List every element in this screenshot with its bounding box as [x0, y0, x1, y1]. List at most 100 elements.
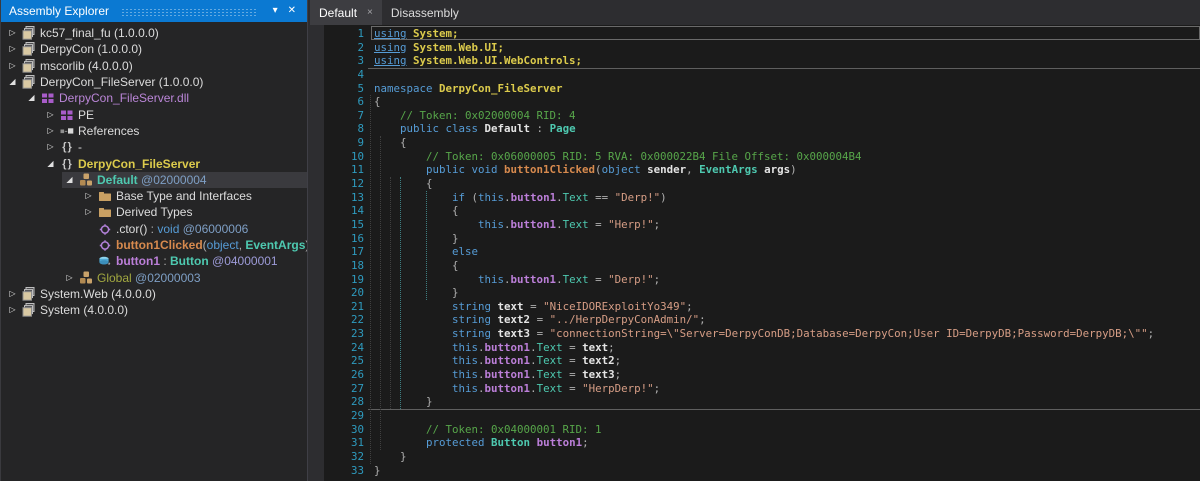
- line-number: 23: [324, 327, 364, 341]
- code-line[interactable]: 15 this.button1.Text = "Herp!";: [324, 218, 1200, 232]
- assembly-explorer-header[interactable]: Assembly Explorer ▾ ✕: [1, 0, 307, 22]
- assembly-icon: [20, 287, 37, 301]
- code-line[interactable]: 29: [324, 409, 1200, 423]
- code-line[interactable]: 8 public class Default : Page: [324, 122, 1200, 136]
- line-number: 16: [324, 232, 364, 246]
- tree-row[interactable]: ◢DerpyCon_FileServer (1.0.0.0): [1, 74, 307, 90]
- expander-open-icon[interactable]: ◢: [5, 74, 20, 90]
- code-line[interactable]: 20 }: [324, 286, 1200, 300]
- code-line[interactable]: 5namespace DerpyCon_FileServer: [324, 82, 1200, 96]
- tree-item-label: DerpyCon_FileServer: [78, 157, 200, 171]
- code-editor[interactable]: 1using System;2using System.Web.UI;3usin…: [324, 25, 1200, 481]
- line-number: 6: [324, 95, 364, 109]
- code-line[interactable]: 23 string text3 = "connectionString=\"Se…: [324, 327, 1200, 341]
- line-number: 29: [324, 409, 364, 423]
- expander-closed-icon[interactable]: ▷: [43, 123, 58, 139]
- expander-closed-icon[interactable]: ▷: [81, 204, 96, 220]
- assembly-icon: [20, 59, 37, 73]
- tree-row[interactable]: button1Clicked(object, EventArgs) : void: [1, 237, 307, 253]
- code-line[interactable]: 7 // Token: 0x02000004 RID: 4: [324, 109, 1200, 123]
- code-line[interactable]: 18 {: [324, 259, 1200, 273]
- tab-default[interactable]: Default ×: [310, 0, 382, 25]
- tree-item-label: DerpyCon_FileServer.dll: [59, 91, 189, 105]
- code-line[interactable]: 19 this.button1.Text = "Derp!";: [324, 273, 1200, 287]
- code-line[interactable]: 31 protected Button button1;: [324, 436, 1200, 450]
- code-line[interactable]: 33}: [324, 464, 1200, 478]
- module-icon: [58, 108, 75, 122]
- tree-row[interactable]: ▷{ }-: [1, 139, 307, 155]
- tree-row[interactable]: ▷Derived Types: [1, 204, 307, 220]
- code-line[interactable]: 17 else: [324, 245, 1200, 259]
- tree-row[interactable]: ▷ mscorlib (4.0.0.0): [1, 58, 307, 74]
- tab-disassembly[interactable]: Disassembly: [382, 0, 468, 25]
- expander-open-icon[interactable]: ◢: [62, 172, 77, 188]
- tab-close-icon[interactable]: ×: [367, 7, 373, 18]
- assembly-icon: [20, 42, 37, 56]
- expander-closed-icon[interactable]: ▷: [5, 25, 20, 41]
- tree-row[interactable]: ▷ kc57_final_fu (1.0.0.0): [1, 25, 307, 41]
- line-number: 15: [324, 218, 364, 232]
- expander-open-icon[interactable]: ◢: [43, 156, 58, 172]
- tree-row[interactable]: ▷DerpyCon (1.0.0.0): [1, 41, 307, 57]
- code-line[interactable]: 1using System;: [324, 27, 1200, 41]
- tree-row[interactable]: *button1 : Button @04000001: [1, 253, 307, 269]
- code-line[interactable]: 32 }: [324, 450, 1200, 464]
- code-line[interactable]: 22 string text2 = "../HerpDerpyConAdmin/…: [324, 313, 1200, 327]
- tree-item-label: kc57_final_fu (1.0.0.0): [40, 26, 159, 40]
- tree-row[interactable]: ▷ Base Type and Interfaces: [1, 188, 307, 204]
- tree-row[interactable]: ◢ DerpyCon_FileServer.dll: [1, 90, 307, 106]
- tree-item-label: button1 : Button @04000001: [116, 254, 278, 268]
- folder-icon: [96, 205, 113, 219]
- line-number: 14: [324, 204, 364, 218]
- assembly-icon: [20, 26, 37, 40]
- code-line[interactable]: 3using System.Web.UI.WebControls;: [324, 54, 1200, 68]
- code-line[interactable]: 6{: [324, 95, 1200, 109]
- tree-item-label: System.Web (4.0.0.0): [40, 287, 156, 301]
- window-position-menu-icon[interactable]: ▾: [268, 0, 283, 22]
- expander-open-icon[interactable]: ◢: [24, 90, 39, 106]
- code-line[interactable]: 26 this.button1.Text = text3;: [324, 368, 1200, 382]
- close-icon[interactable]: ✕: [283, 0, 301, 22]
- code-line[interactable]: 28 }: [324, 395, 1200, 409]
- module-icon: [39, 91, 56, 105]
- tree-row[interactable]: ◢Default @02000004: [1, 172, 307, 188]
- expander-closed-icon[interactable]: ▷: [5, 302, 20, 318]
- code-line[interactable]: 21 string text = "NiceIDORExploitYo349";: [324, 300, 1200, 314]
- code-line[interactable]: 25 this.button1.Text = text2;: [324, 354, 1200, 368]
- expander-closed-icon[interactable]: ▷: [5, 286, 20, 302]
- tree-row[interactable]: ▷ References: [1, 123, 307, 139]
- code-line[interactable]: 4: [324, 68, 1200, 82]
- code-line[interactable]: 16 }: [324, 232, 1200, 246]
- expander-closed-icon[interactable]: ▷: [5, 41, 20, 57]
- code-line[interactable]: 12 {: [324, 177, 1200, 191]
- code-line[interactable]: 27 this.button1.Text = "HerpDerp!";: [324, 382, 1200, 396]
- tree-item-label: mscorlib (4.0.0.0): [40, 59, 133, 73]
- tree-row[interactable]: .ctor() : void @06000006: [1, 221, 307, 237]
- expander-closed-icon[interactable]: ▷: [81, 188, 96, 204]
- code-line[interactable]: 24 this.button1.Text = text;: [324, 341, 1200, 355]
- expander-closed-icon[interactable]: ▷: [62, 270, 77, 286]
- line-number: 12: [324, 177, 364, 191]
- code-line[interactable]: 13 if (this.button1.Text == "Derp!"): [324, 191, 1200, 205]
- code-line[interactable]: 11 public void button1Clicked(object sen…: [324, 163, 1200, 177]
- tree-row[interactable]: ▷ System.Web (4.0.0.0): [1, 286, 307, 302]
- tree-item-label: References: [78, 124, 139, 138]
- tree-row[interactable]: ▷PE: [1, 106, 307, 122]
- tree-row[interactable]: ▷ Global @02000003: [1, 269, 307, 285]
- expander-closed-icon[interactable]: ▷: [43, 107, 58, 123]
- tree-item-label: -: [78, 140, 82, 154]
- tab-label: Default: [319, 6, 357, 20]
- code-line[interactable]: 10 // Token: 0x06000005 RID: 5 RVA: 0x00…: [324, 150, 1200, 164]
- expander-closed-icon[interactable]: ▷: [43, 139, 58, 155]
- code-line[interactable]: 30 // Token: 0x04000001 RID: 1: [324, 423, 1200, 437]
- assembly-tree: ▷ kc57_final_fu (1.0.0.0)▷DerpyCon (1.0.0…: [1, 22, 307, 481]
- tree-item-label: Base Type and Interfaces: [116, 189, 252, 203]
- tree-item-label: Global @02000003: [97, 271, 201, 285]
- code-line[interactable]: 2using System.Web.UI;: [324, 41, 1200, 55]
- expander-closed-icon[interactable]: ▷: [5, 58, 20, 74]
- tree-item-label: .ctor() : void @06000006: [116, 222, 248, 236]
- tree-row[interactable]: ▷System (4.0.0.0): [1, 302, 307, 318]
- code-line[interactable]: 9 {: [324, 136, 1200, 150]
- tree-row[interactable]: ◢{ }DerpyCon_FileServer: [1, 155, 307, 171]
- code-line[interactable]: 14 {: [324, 204, 1200, 218]
